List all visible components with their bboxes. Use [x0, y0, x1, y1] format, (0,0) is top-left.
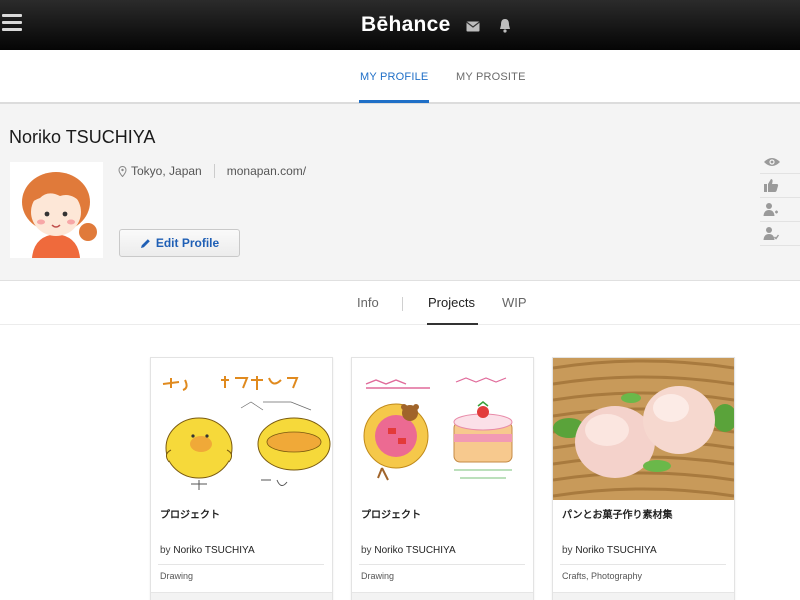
- profile-header: Noriko TSUCHIYA Tokyo, Japan monapan.com…: [0, 104, 800, 281]
- mail-icon[interactable]: [466, 21, 480, 32]
- following-stat[interactable]: [760, 222, 800, 246]
- card-divider: [158, 564, 324, 565]
- byline-prefix: by: [361, 545, 372, 556]
- project-author-link[interactable]: Noriko TSUCHIYA: [374, 545, 455, 556]
- profile-subnav: MY PROFILE MY PROSITE: [0, 50, 800, 104]
- website-link[interactable]: monapan.com/: [227, 164, 306, 178]
- eye-icon: [764, 157, 780, 166]
- behance-logo[interactable]: Bēhance: [361, 13, 451, 37]
- project-thumbnail[interactable]: [151, 358, 332, 500]
- byline-prefix: by: [160, 545, 171, 556]
- project-byline: by Noriko TSUCHIYA: [562, 545, 657, 556]
- tab-wip[interactable]: WIP: [502, 295, 527, 310]
- hamburger-menu-icon[interactable]: [2, 14, 22, 32]
- card-footer: [352, 592, 533, 600]
- project-thumbnail[interactable]: [553, 358, 734, 500]
- views-stat[interactable]: [760, 150, 800, 174]
- project-fields: Drawing: [361, 571, 395, 581]
- tab-my-prosite[interactable]: MY PROSITE: [456, 71, 526, 83]
- avatar[interactable]: [10, 162, 103, 258]
- tab-divider: [402, 297, 403, 311]
- active-content-tab-indicator: [427, 323, 478, 325]
- project-title[interactable]: プロジェクト: [160, 506, 220, 521]
- project-title[interactable]: パンとお菓子作り素材集: [562, 506, 673, 521]
- project-thumbnail[interactable]: [352, 358, 533, 500]
- active-tab-indicator: [359, 100, 429, 103]
- tab-info[interactable]: Info: [357, 295, 379, 310]
- card-footer: [553, 592, 734, 600]
- following-user-icon: [763, 227, 779, 240]
- thumbs-up-icon: [764, 179, 779, 192]
- appreciations-stat[interactable]: [760, 174, 800, 198]
- project-card[interactable]: パンとお菓子作り素材集 by Noriko TSUCHIYA Crafts, P…: [552, 357, 735, 600]
- project-byline: by Noriko TSUCHIYA: [361, 545, 456, 556]
- edit-profile-button[interactable]: Edit Profile: [119, 229, 240, 257]
- project-card[interactable]: プロジェクト by Noriko TSUCHIYA Drawing: [150, 357, 333, 600]
- card-footer: [151, 592, 332, 600]
- top-bar: Bēhance: [0, 0, 800, 50]
- profile-name: Noriko TSUCHIYA: [9, 127, 156, 147]
- profile-meta: Tokyo, Japan monapan.com/: [118, 164, 306, 178]
- followers-stat[interactable]: [760, 198, 800, 222]
- bell-icon[interactable]: [498, 18, 512, 33]
- project-card[interactable]: プロジェクト by Noriko TSUCHIYA Drawing: [351, 357, 534, 600]
- profile-stats-sidebar: [760, 150, 800, 246]
- tab-projects[interactable]: Projects: [428, 295, 475, 310]
- location-pin-icon: [118, 165, 127, 177]
- meta-divider: [213, 164, 215, 178]
- project-fields: Crafts, Photography: [562, 571, 643, 581]
- card-divider: [560, 564, 726, 565]
- card-divider: [359, 564, 525, 565]
- pencil-icon: [140, 238, 150, 248]
- tab-my-profile[interactable]: MY PROFILE: [360, 71, 428, 83]
- location-text: Tokyo, Japan: [131, 164, 202, 178]
- project-author-link[interactable]: Noriko TSUCHIYA: [173, 545, 254, 556]
- project-fields: Drawing: [160, 571, 194, 581]
- project-byline: by Noriko TSUCHIYA: [160, 545, 255, 556]
- edit-profile-label: Edit Profile: [155, 236, 220, 250]
- project-title[interactable]: プロジェクト: [361, 506, 421, 521]
- byline-prefix: by: [562, 545, 573, 556]
- content-tabs: Info Projects WIP: [0, 281, 800, 325]
- project-author-link[interactable]: Noriko TSUCHIYA: [575, 545, 656, 556]
- projects-grid: プロジェクト by Noriko TSUCHIYA Drawing プロジェクト…: [0, 326, 800, 600]
- follow-user-icon: [763, 203, 778, 216]
